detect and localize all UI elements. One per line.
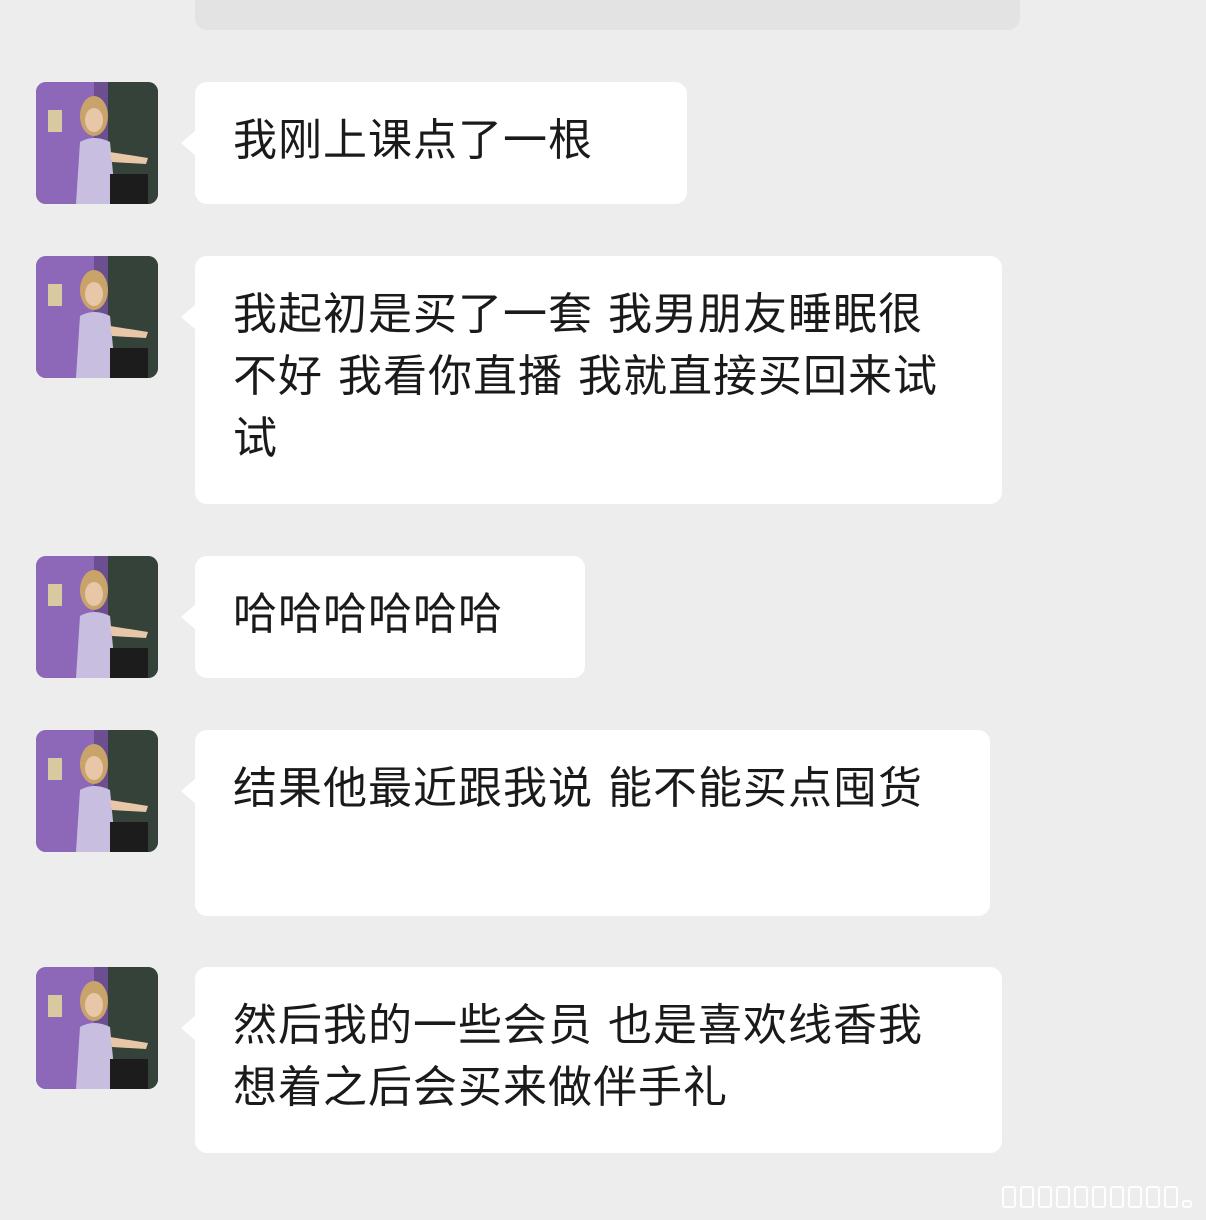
avatar-image [36, 967, 158, 1089]
contact-avatar[interactable] [36, 967, 158, 1089]
chat-screen: 我刚上课点了一根 我起初是买了一套 我男朋友睡眠很不好 我看你直播 我就直接买回… [0, 0, 1206, 1220]
contact-avatar[interactable] [36, 556, 158, 678]
message-bubble[interactable]: 哈哈哈哈哈哈 [181, 556, 585, 678]
message-bubble[interactable]: 然后我的一些会员 也是喜欢线香我想着之后会买来做伴手礼 [181, 967, 1002, 1153]
message-text: 哈哈哈哈哈哈 [233, 589, 503, 640]
contact-avatar[interactable] [36, 256, 158, 378]
message-bubble[interactable]: 我刚上课点了一根 [181, 82, 687, 204]
contact-avatar[interactable] [36, 82, 158, 204]
message-bubble[interactable]: 我起初是买了一套 我男朋友睡眠很不好 我看你直播 我就直接买回来试试 [181, 256, 1002, 504]
contact-avatar[interactable] [36, 730, 158, 852]
message-text: 然后我的一些会员 也是喜欢线香我想着之后会买来做伴手礼 [233, 1000, 923, 1113]
avatar-image [36, 256, 158, 378]
previous-message-bubble[interactable] [195, 0, 1020, 30]
watermark-icon [1002, 1182, 1192, 1208]
avatar-image [36, 82, 158, 204]
message-text: 我起初是买了一套 我男朋友睡眠很不好 我看你直播 我就直接买回来试试 [233, 289, 938, 464]
message-text: 结果他最近跟我说 能不能买点囤货 [233, 763, 923, 814]
message-text: 我刚上课点了一根 [233, 115, 593, 166]
avatar-image [36, 730, 158, 852]
message-bubble[interactable]: 结果他最近跟我说 能不能买点囤货 [181, 730, 990, 916]
avatar-image [36, 556, 158, 678]
